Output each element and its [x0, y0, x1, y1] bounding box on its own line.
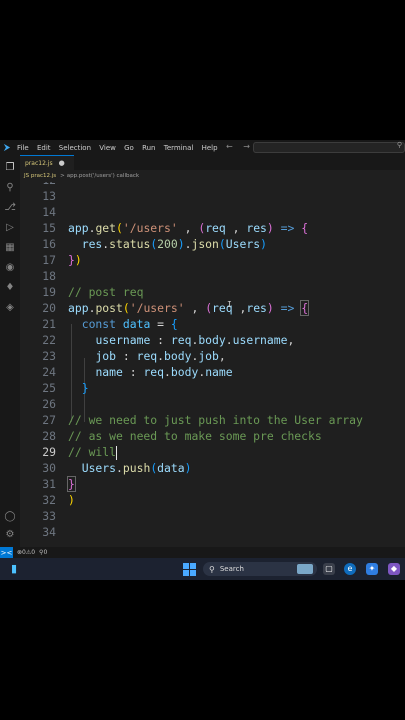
code-line: 17}): [42, 253, 82, 267]
menu-bar: File Edit Selection View Go Run Terminal…: [14, 144, 221, 152]
code-line-current: 29// will: [42, 445, 118, 460]
code-line: 13: [42, 189, 56, 203]
code-line: 23 job : req.body.job,: [42, 349, 226, 363]
code-line: 18: [42, 269, 56, 283]
code-line: 34: [42, 525, 56, 539]
edge-browser-icon[interactable]: e: [344, 563, 356, 575]
title-bar: ⮞ File Edit Selection View Go Run Termin…: [0, 140, 405, 155]
menu-selection[interactable]: Selection: [59, 144, 91, 152]
menu-help[interactable]: Help: [202, 144, 218, 152]
command-center-search[interactable]: ⚲: [253, 141, 405, 153]
ports-count[interactable]: ⚲0: [39, 549, 47, 556]
settings-gear-icon[interactable]: ⚙: [3, 528, 17, 542]
code-line: 14: [42, 205, 56, 219]
code-line: 21 const data = {: [42, 317, 178, 331]
menu-edit[interactable]: Edit: [37, 144, 51, 152]
editor-tabs: prac12.js ●: [20, 155, 405, 170]
code-line: 20 app.post('/users' , (req ,res) => {: [42, 300, 310, 316]
remote-explorer-icon[interactable]: ◉: [3, 261, 17, 275]
app-icon[interactable]: ◆: [388, 563, 400, 575]
code-line: 16 res.status(200).json(Users): [42, 237, 267, 251]
menu-view[interactable]: View: [99, 144, 116, 152]
search-icon: ⚲: [396, 141, 402, 149]
account-icon[interactable]: ◯: [3, 510, 17, 524]
vscode-logo-icon: ⮞: [3, 142, 11, 153]
explorer-icon[interactable]: ❐: [3, 161, 17, 175]
menu-file[interactable]: File: [17, 144, 29, 152]
extensions-icon[interactable]: ▦: [3, 241, 17, 255]
vscode-window: ⮞ File Edit Selection View Go Run Termin…: [0, 140, 405, 580]
code-line: 24 name : req.body.name: [42, 365, 233, 379]
activity-bar: ❐ ⚲ ⎇ ▷ ▦ ◉ ♦ ◈ ◯ ⚙: [0, 155, 20, 547]
status-bar: >< ⊗0⚠0 ⚲0: [0, 547, 405, 558]
problems-count[interactable]: ⊗0⚠0: [17, 549, 35, 556]
search-highlight-image: [297, 564, 313, 574]
task-view-icon[interactable]: ▢: [323, 563, 335, 575]
code-line: 25 }: [42, 381, 89, 395]
code-line: 26: [42, 397, 56, 411]
flame-icon[interactable]: ♦: [3, 281, 17, 295]
taskbar-search[interactable]: ⚲ Search: [203, 562, 317, 576]
tab-prac12-js[interactable]: prac12.js ●: [20, 155, 74, 170]
code-line: 22 username : req.body.username,: [42, 333, 295, 347]
text-cursor: [116, 445, 118, 460]
code-line: 33: [42, 509, 56, 523]
unsaved-dot-icon[interactable]: ●: [59, 159, 65, 167]
remote-indicator-icon[interactable]: ><: [0, 547, 13, 558]
code-line: 27// we need to just push into the User …: [42, 413, 363, 427]
menu-run[interactable]: Run: [142, 144, 155, 152]
windows-start-icon[interactable]: [183, 563, 196, 576]
code-line: 19// post req: [42, 285, 144, 299]
search-icon[interactable]: ⚲: [3, 181, 17, 195]
search-icon: ⚲: [209, 564, 215, 574]
windows-taskbar: ▮ ⚲ Search ▢ e ✦ ◆: [0, 558, 405, 580]
tab-label: prac12.js: [25, 159, 53, 167]
breadcrumb-separator: >: [60, 173, 65, 179]
menu-go[interactable]: Go: [124, 144, 134, 152]
menu-terminal[interactable]: Terminal: [164, 144, 194, 152]
code-line: 30 Users.push(data): [42, 461, 192, 475]
widgets-icon[interactable]: ▮: [11, 563, 23, 575]
test-flask-icon[interactable]: ◈: [3, 301, 17, 315]
mouse-cursor-icon: I: [227, 300, 232, 309]
code-line: 15 app.get('/users' , (req , res) => {: [42, 221, 309, 235]
copilot-icon[interactable]: ✦: [366, 563, 378, 575]
code-editor[interactable]: 12 13 14 15app.get('/users' , (req , res…: [20, 182, 405, 547]
navigation-arrows[interactable]: ← →: [226, 142, 254, 151]
code-line: 32): [42, 493, 75, 507]
breadcrumb-file[interactable]: JS prac12.js: [24, 173, 56, 179]
code-line: 28// as we need to make some pre checks: [42, 429, 322, 443]
taskbar-search-label: Search: [219, 565, 244, 573]
breadcrumb: JS prac12.js > app.post('/users') callba…: [24, 171, 139, 181]
run-debug-icon[interactable]: ▷: [3, 221, 17, 235]
code-line: 31}: [42, 476, 76, 492]
breadcrumb-symbol[interactable]: app.post('/users') callback: [67, 173, 139, 179]
source-control-icon[interactable]: ⎇: [3, 201, 17, 215]
